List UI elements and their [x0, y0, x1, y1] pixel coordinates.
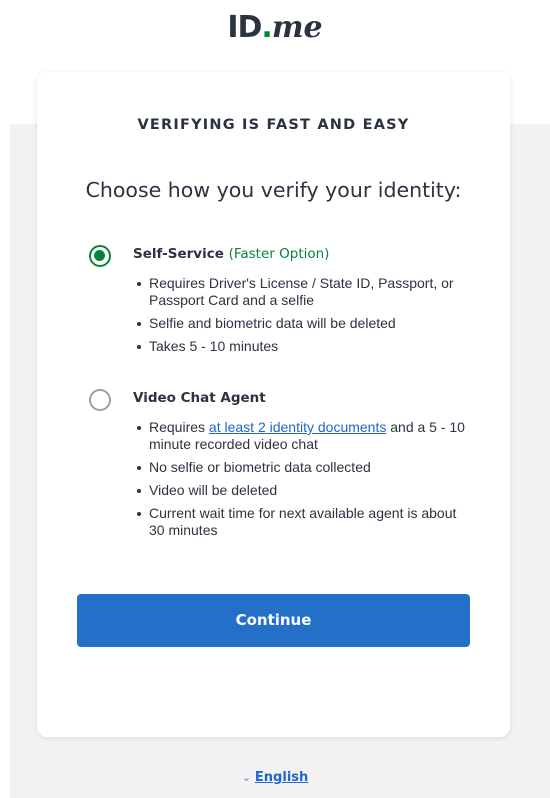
self-service-label: Self-Service [133, 246, 224, 262]
chevron-down-icon: ⌄ [241, 771, 251, 784]
option-title: Video Chat Agent [133, 390, 266, 406]
list-item: Requires Driver's License / State ID, Pa… [135, 275, 465, 309]
self-service-radio[interactable] [89, 245, 111, 267]
faster-option-tag: (Faster Option) [228, 246, 330, 262]
video-chat-requirements: Requires at least 2 identity documents a… [135, 419, 465, 545]
logo-me: me [271, 10, 323, 45]
identity-documents-link[interactable]: at least 2 identity documents [209, 419, 386, 435]
continue-button[interactable]: Continue [77, 594, 470, 647]
option-title: Self-Service (Faster Option) [133, 246, 329, 262]
list-item: Selfie and biometric data will be delete… [135, 315, 465, 332]
list-item: Requires at least 2 identity documents a… [135, 419, 465, 453]
self-service-requirements: Requires Driver's License / State ID, Pa… [135, 275, 465, 361]
logo-dot: . [261, 10, 272, 45]
idme-logo: ID.me [0, 10, 550, 45]
list-item: Current wait time for next available age… [135, 505, 465, 539]
list-item: Takes 5 - 10 minutes [135, 338, 465, 355]
video-chat-radio[interactable] [89, 389, 111, 411]
bullet-text: Requires [149, 419, 209, 435]
video-chat-label: Video Chat Agent [133, 390, 266, 406]
verification-card: VERIFYING IS FAST AND EASY Choose how yo… [37, 72, 510, 737]
card-eyebrow: VERIFYING IS FAST AND EASY [137, 117, 410, 133]
list-item: No selfie or biometric data collected [135, 459, 465, 476]
page-title: Choose how you verify your identity: [85, 178, 462, 202]
language-link[interactable]: English [255, 770, 308, 785]
logo-id: ID [227, 10, 262, 45]
language-selector[interactable]: ⌄ English [0, 770, 550, 785]
list-item: Video will be deleted [135, 482, 465, 499]
